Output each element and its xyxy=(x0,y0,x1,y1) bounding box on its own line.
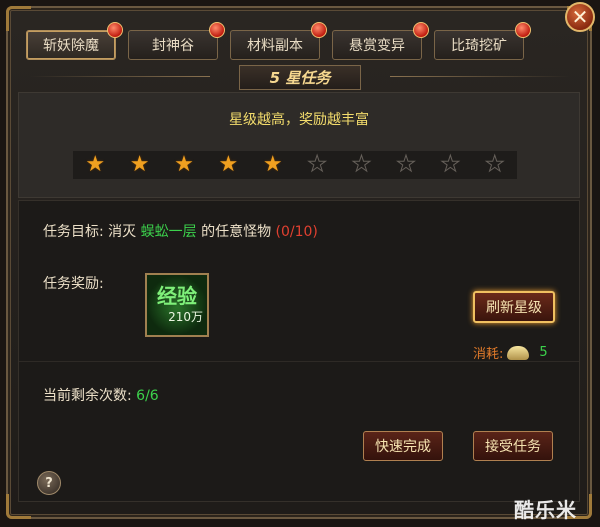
tab-fengshen[interactable]: 封神谷 xyxy=(128,22,225,60)
close-icon: ✕ xyxy=(571,5,589,29)
close-button[interactable]: ✕ xyxy=(565,2,595,32)
exp-icon: 经验 xyxy=(157,283,197,308)
accept-task-button[interactable]: 接受任务 xyxy=(473,431,553,461)
refresh-cost: 消耗: 5 xyxy=(473,343,548,362)
star-rating: ★ ★ ★ ★ ★ ★ ★ ★ ★ ★ xyxy=(73,151,517,179)
refresh-star-button[interactable]: 刷新星级 xyxy=(473,291,555,323)
star-empty-icon: ★ xyxy=(396,152,417,177)
tab-label: 比琦挖矿 xyxy=(451,38,507,54)
star-empty-icon: ★ xyxy=(307,152,328,177)
watermark-logo: 酷乐米 xyxy=(514,498,577,522)
tab-label: 悬赏变异 xyxy=(349,38,405,54)
slogan-text: 星级越高，奖励越丰富 xyxy=(229,112,369,128)
corner-ornament xyxy=(6,6,31,31)
tab-label: 封神谷 xyxy=(152,38,194,54)
tab-zhanyao[interactable]: 斩妖除魔 xyxy=(26,22,123,60)
star-panel: 星级越高，奖励越丰富 ★ ★ ★ ★ ★ ★ ★ ★ ★ ★ xyxy=(18,92,580,198)
target-description: 的任意怪物 xyxy=(201,224,272,240)
notification-badge-icon xyxy=(311,22,327,38)
target-label: 任务目标: xyxy=(43,224,104,240)
tab-label: 材料副本 xyxy=(247,38,303,54)
star-empty-icon: ★ xyxy=(351,152,372,177)
cost-value: 5 xyxy=(539,345,548,360)
task-panel: 任务目标: 消灭 蜈蚣一层 的任意怪物 (0/10) 任务奖励: 经验 210万… xyxy=(18,200,580,502)
star-filled-icon: ★ xyxy=(85,152,106,177)
tab-bounty[interactable]: 悬赏变异 xyxy=(332,22,429,60)
help-icon[interactable]: ? xyxy=(37,471,61,495)
tab-mining[interactable]: 比琦挖矿 xyxy=(434,22,531,60)
reward-label: 任务奖励: xyxy=(43,276,104,292)
star-empty-icon: ★ xyxy=(484,152,505,177)
page-title: 5 星任务 xyxy=(238,64,362,90)
reward-exp-item[interactable]: 经验 210万 xyxy=(145,273,209,337)
title-divider xyxy=(390,76,570,77)
tab-label: 斩妖除魔 xyxy=(43,38,99,54)
cost-label: 消耗: xyxy=(473,347,504,362)
star-filled-icon: ★ xyxy=(174,152,194,177)
target-progress: (0/10) xyxy=(275,224,318,240)
notification-badge-icon xyxy=(209,22,225,38)
notification-badge-icon xyxy=(107,22,123,38)
remaining-label: 当前剩余次数: xyxy=(43,388,132,404)
title-bar: 5 星任务 xyxy=(20,64,580,90)
star-filled-icon: ★ xyxy=(218,152,239,177)
reward-amount: 210万 xyxy=(168,309,203,324)
target-monster[interactable]: 蜈蚣一层 xyxy=(141,224,197,240)
target-verb: 消灭 xyxy=(108,224,137,240)
remaining-count: 当前剩余次数: 6/6 xyxy=(43,385,159,405)
divider xyxy=(19,361,579,362)
star-filled-icon: ★ xyxy=(262,152,283,177)
quick-complete-button[interactable]: 快速完成 xyxy=(363,431,443,461)
remaining-value: 6/6 xyxy=(136,388,159,404)
title-divider xyxy=(30,76,210,77)
star-filled-icon: ★ xyxy=(129,152,150,177)
star-empty-icon: ★ xyxy=(440,152,461,177)
gold-ingot-icon xyxy=(507,345,530,360)
tab-materials[interactable]: 材料副本 xyxy=(230,22,327,60)
notification-badge-icon xyxy=(515,22,531,38)
task-target: 任务目标: 消灭 蜈蚣一层 的任意怪物 (0/10) xyxy=(43,221,318,241)
notification-badge-icon xyxy=(413,22,429,38)
